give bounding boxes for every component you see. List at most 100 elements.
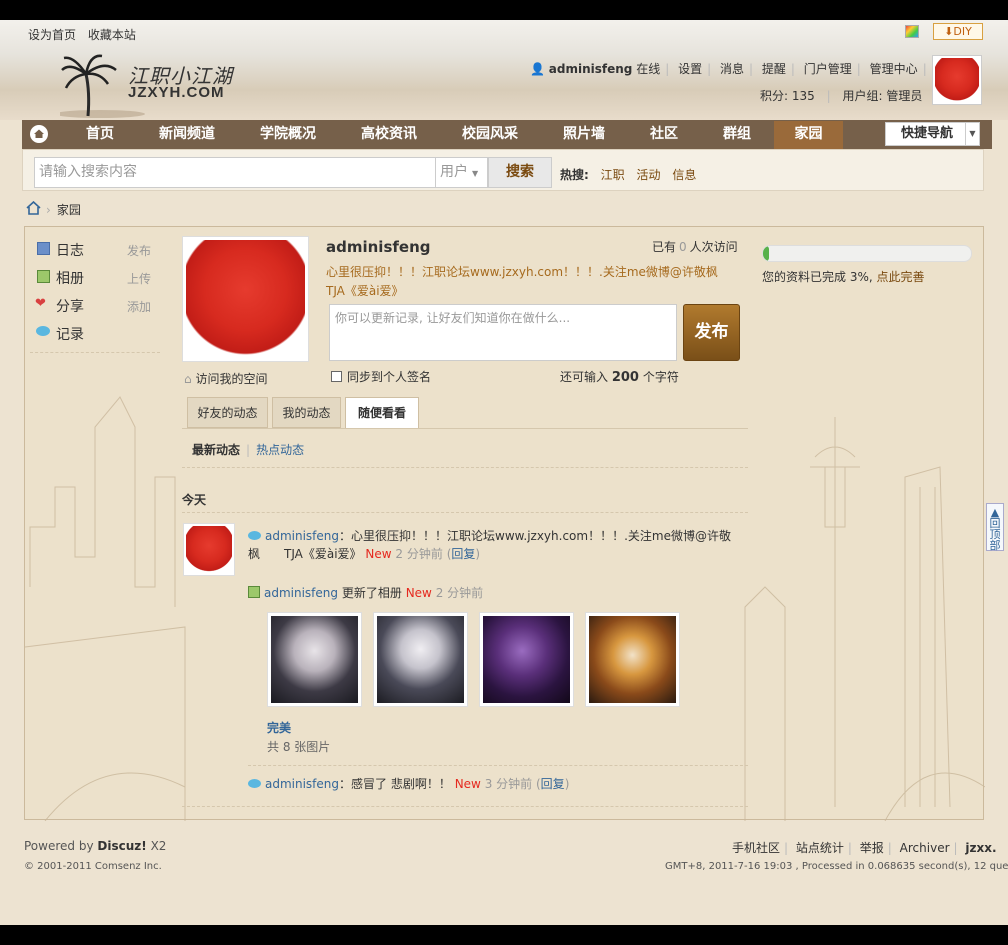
album-name-link[interactable]: 完美 xyxy=(267,719,291,736)
feed-user-link[interactable]: adminisfeng xyxy=(265,777,339,791)
discuz-link[interactable]: Discuz! xyxy=(97,839,146,853)
album-icon xyxy=(37,270,50,283)
user-stats: 积分: 135 | 用户组: 管理员 xyxy=(760,89,923,103)
breadcrumb: › 家园 xyxy=(46,203,81,217)
album-photo-count: 共 8 张图片 xyxy=(267,740,331,754)
settings-link[interactable]: 设置 xyxy=(678,62,702,76)
status-textarea[interactable]: 你可以更新记录, 让好友们知道你在做什么... xyxy=(329,304,677,361)
visit-space-label: 访问我的空间 xyxy=(195,372,268,386)
reply-link[interactable]: 回复 xyxy=(541,777,565,791)
nav-item-news[interactable]: 新闻频道 xyxy=(153,120,221,149)
publish-button[interactable]: 发布 xyxy=(683,304,740,361)
sync-signature[interactable]: 同步到个人签名 xyxy=(331,368,431,385)
heart-icon: ❤ xyxy=(35,296,46,311)
subtab-hot[interactable]: 热点动态 xyxy=(256,443,304,457)
speech-bubble-icon xyxy=(248,531,261,540)
search-button[interactable]: 搜索 xyxy=(488,157,552,188)
sync-label: 同步到个人签名 xyxy=(347,370,432,384)
divider xyxy=(182,467,748,468)
nav-item-home-space[interactable]: 家园 xyxy=(774,120,843,149)
feed-avatar[interactable] xyxy=(183,523,235,576)
album-photo[interactable] xyxy=(585,612,680,707)
user-group-label[interactable]: 用户组: 管理员 xyxy=(842,89,922,103)
profile-name[interactable]: adminisfeng xyxy=(326,238,431,256)
footer-link-mobile[interactable]: 手机社区 xyxy=(732,841,780,855)
feed-text: 更新了相册 xyxy=(341,586,402,600)
sidebar-action-blog[interactable]: 发布 xyxy=(127,242,151,259)
sidebar-action-album[interactable]: 上传 xyxy=(127,270,151,287)
feed-day-heading: 今天 xyxy=(182,493,207,507)
download-arrow-icon: ⬇ xyxy=(944,25,954,38)
nav-item-community[interactable]: 社区 xyxy=(643,120,685,149)
tab-friends-feed[interactable]: 好友的动态 xyxy=(187,397,268,428)
visit-space-link[interactable]: ⌂ 访问我的空间 xyxy=(184,370,267,387)
diy-button[interactable]: ⬇DIY xyxy=(933,23,983,40)
album-photo[interactable] xyxy=(479,612,574,707)
window-top-bar xyxy=(0,0,1008,20)
nav-item-college[interactable]: 学院概况 xyxy=(254,120,322,149)
police-emblem-icon xyxy=(935,58,979,102)
breadcrumb-home-icon[interactable] xyxy=(26,201,41,215)
feed-time: 2 分钟前 xyxy=(435,586,484,600)
sidebar-item-album[interactable]: 相册 xyxy=(56,268,84,288)
tab-my-feed[interactable]: 我的动态 xyxy=(272,397,341,428)
nav-item-home[interactable]: 首页 xyxy=(72,120,128,149)
search-type-select[interactable]: 用户 ▼ xyxy=(436,157,488,188)
footer-link-stats[interactable]: 站点统计 xyxy=(796,841,844,855)
new-badge: New xyxy=(405,586,432,600)
set-home-link[interactable]: 设为首页 xyxy=(28,28,76,42)
nav-item-university-news[interactable]: 高校资讯 xyxy=(355,120,423,149)
admin-center-link[interactable]: 管理中心 xyxy=(870,62,918,76)
nav-item-groups[interactable]: 群组 xyxy=(716,120,758,149)
feed-item: adminisfeng：感冒了 悲剧啊！！ New 3 分钟前 (回复) xyxy=(248,775,569,793)
user-icon: 👤 xyxy=(530,62,545,76)
nav-item-photo-wall[interactable]: 照片墙 xyxy=(557,120,611,149)
album-photo[interactable] xyxy=(267,612,362,707)
hot-term-link[interactable]: 信息 xyxy=(672,168,696,182)
quick-nav-button[interactable]: 快捷导航 ▼ xyxy=(885,122,980,146)
sidebar-action-share[interactable]: 添加 xyxy=(127,298,151,315)
footer-link-report[interactable]: 举报 xyxy=(860,841,884,855)
sync-checkbox[interactable] xyxy=(331,371,342,382)
footer-link-site[interactable]: jzxx. xyxy=(965,841,996,855)
house-icon: ⌂ xyxy=(184,372,192,386)
avatar[interactable] xyxy=(932,55,982,105)
points-label[interactable]: 积分: 135 xyxy=(760,89,815,103)
subtab-latest[interactable]: 最新动态 xyxy=(192,443,240,457)
feed-text-cont: 枫 TJA《爱ài爱》 xyxy=(248,547,362,561)
complete-profile-link[interactable]: 点此完善 xyxy=(877,270,925,284)
breadcrumb-current[interactable]: 家园 xyxy=(57,203,81,217)
sidebar-item-share[interactable]: 分享 xyxy=(56,296,84,316)
divider xyxy=(182,512,748,513)
hot-term-link[interactable]: 活动 xyxy=(636,168,660,182)
online-status: 在线 xyxy=(636,62,661,76)
search-type-label: 用户 xyxy=(440,164,468,180)
status-message[interactable]: 心里很压抑！！！江职论坛www.jzxyh.com！！！.关注me微博@许敬枫 … xyxy=(326,263,736,301)
user-bar: 👤 adminisfeng 在线 | 设置 | 消息 | 提醒 | 门户管理 | 管理中心… xyxy=(530,60,960,77)
portal-admin-link[interactable]: 门户管理 xyxy=(804,62,852,76)
subtabs: 最新动态 | 热点动态 xyxy=(192,443,305,457)
album-photo[interactable] xyxy=(373,612,468,707)
messages-link[interactable]: 消息 xyxy=(720,62,744,76)
visit-count: 已有 0 人次访问 xyxy=(652,240,738,254)
bookmark-link[interactable]: 收藏本站 xyxy=(88,28,136,42)
diy-label: DIY xyxy=(953,25,972,38)
palette-icon[interactable] xyxy=(905,25,919,38)
username-link[interactable]: adminisfeng xyxy=(549,62,633,76)
notifications-link[interactable]: 提醒 xyxy=(762,62,786,76)
profile-progress-text: 您的资料已完成 3%, 点此完善 xyxy=(762,270,925,284)
search-input[interactable]: 请输入搜索内容 xyxy=(34,157,436,188)
profile-progress-bar xyxy=(762,245,972,262)
footer-link-archiver[interactable]: Archiver xyxy=(900,841,950,855)
hot-term-link[interactable]: 江职 xyxy=(601,168,625,182)
tab-browse[interactable]: 随便看看 xyxy=(345,397,419,429)
reply-link[interactable]: 回复 xyxy=(451,547,475,561)
sidebar-item-record[interactable]: 记录 xyxy=(56,324,84,344)
home-icon[interactable] xyxy=(30,125,48,143)
profile-avatar[interactable] xyxy=(182,236,309,362)
sidebar-item-blog[interactable]: 日志 xyxy=(56,240,84,260)
feed-user-link[interactable]: adminisfeng xyxy=(265,529,339,543)
nav-item-campus[interactable]: 校园风采 xyxy=(456,120,524,149)
back-to-top-button[interactable]: ▲ 回顶部 xyxy=(986,503,1004,551)
feed-user-link[interactable]: adminisfeng xyxy=(264,586,338,600)
